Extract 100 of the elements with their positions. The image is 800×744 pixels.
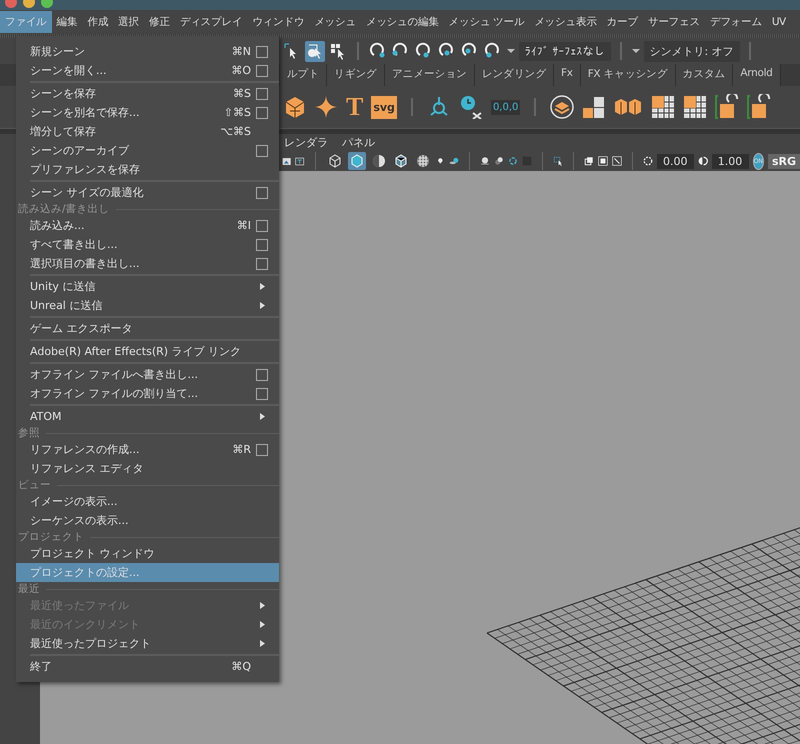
menu-item[interactable]: シーンを別名で保存... ⇧⌘S [16, 103, 279, 122]
option-box[interactable] [256, 88, 268, 100]
shelf-tab[interactable]: ルプト [280, 64, 328, 86]
menu-item[interactable]: オフライン ファイルへ書き出し... [16, 365, 279, 384]
menu-item[interactable]: 終了 ⌘Q [16, 657, 279, 676]
option-box[interactable] [256, 186, 268, 198]
menu-item-label: ゲーム エクスポータ [30, 321, 134, 336]
dropdown-caret-icon[interactable] [506, 46, 516, 56]
menu-item[interactable]: シーンのアーカイブ [16, 141, 279, 160]
live-surface-field[interactable]: ﾗｲﾌﾞ ｻｰﾌｪｽなし [519, 42, 610, 60]
option-box[interactable] [256, 46, 268, 58]
paint-select-icon [329, 42, 347, 60]
menu-item-label: シーンを別名で保存... [30, 105, 140, 120]
panel-menu-item[interactable]: パネル [342, 135, 375, 150]
menu-item-label: シーンのアーカイブ [30, 143, 130, 158]
menu-item[interactable]: ゲーム エクスポータ [16, 319, 279, 338]
shortcut-label: ⌘I [236, 219, 251, 232]
menu-bar-item[interactable]: ウィンドウ [247, 11, 310, 33]
view-transform-field[interactable]: sRG [768, 154, 800, 168]
option-box[interactable] [256, 258, 268, 270]
menu-item[interactable]: ATOM [16, 407, 279, 426]
dropdown-caret-icon[interactable] [630, 46, 640, 56]
menu-item-label: プリファレンスを保存 [30, 162, 141, 177]
menu-item-label: 読み込み... [30, 218, 86, 233]
sparkle-icon[interactable] [314, 95, 338, 119]
tiles-icon[interactable] [582, 96, 606, 118]
menu-item[interactable]: イメージの表示... [16, 492, 279, 511]
shelf-tab[interactable]: FX キャッシング [580, 64, 676, 86]
menu-item[interactable]: Unreal に送信 [16, 296, 279, 315]
menu-item[interactable]: シーンを保存 ⌘S [16, 84, 279, 103]
menu-bar-item[interactable]: メッシュ ツール [444, 11, 530, 33]
menu-item[interactable]: 選択項目の書き出し... [16, 254, 279, 273]
menu-item[interactable]: 読み込み... ⌘I [16, 216, 279, 235]
symmetry-field[interactable]: シンメトリ: オフ [644, 40, 740, 62]
coordinates-button[interactable]: 0,0,0 [490, 100, 520, 114]
menu-item[interactable]: 増分して保存 ⌥⌘S [16, 122, 279, 141]
menu-bar-item[interactable]: メッシュ [309, 11, 361, 33]
grid-icon[interactable] [683, 95, 708, 119]
menu-bar-item[interactable]: 選択 [113, 11, 144, 33]
menu-item-label: Unreal に送信 [30, 298, 104, 313]
bracket-rotate-icon[interactable] [747, 94, 772, 120]
clock-icon[interactable] [458, 95, 483, 119]
section-label: 参照 [18, 426, 40, 440]
shelf-tab[interactable]: リギング [327, 64, 385, 86]
svg-tool-button[interactable]: svg [371, 96, 397, 118]
shelf-tab[interactable]: レンダリング [474, 64, 554, 86]
text-tool-button[interactable]: T [346, 94, 364, 120]
half-sphere-icon [370, 153, 387, 169]
option-box[interactable] [256, 388, 268, 400]
option-box[interactable] [256, 106, 268, 118]
menu-bar-item[interactable]: メッシュの編集 [360, 11, 444, 33]
menu-item[interactable]: すべて書き出し... [16, 235, 279, 254]
menu-item-label: オフライン ファイルの割り当て... [30, 386, 199, 401]
menu-item[interactable]: 新規シーン ⌘N [16, 42, 279, 61]
bracket-rotate-icon[interactable] [715, 94, 740, 120]
exposure-field[interactable]: 0.00 [656, 154, 694, 168]
menu-item[interactable]: プロジェクト ウィンドウ [16, 544, 279, 563]
gamma-field[interactable]: 1.00 [712, 154, 749, 168]
menu-item[interactable]: シーンを開く... ⌘O [16, 61, 279, 80]
grid-icon[interactable] [651, 95, 676, 119]
shelf-tab[interactable]: カスタム [676, 64, 734, 86]
menu-item[interactable]: シーケンスの表示... [16, 511, 279, 530]
option-box[interactable] [256, 64, 268, 76]
menu-item[interactable]: リファレンスの作成... ⌘R [16, 440, 279, 459]
polyhedron-icon[interactable] [284, 96, 306, 118]
option-box[interactable] [256, 444, 268, 456]
shortcut-label: ⌘N [232, 45, 251, 58]
menu-bar-item[interactable]: 編集 [52, 11, 82, 33]
menu-item[interactable]: リファレンス エディタ [16, 459, 279, 478]
menu-item[interactable]: シーン サイズの最適化 [16, 183, 279, 202]
option-box[interactable] [256, 220, 268, 232]
menu-item[interactable]: オフライン ファイルの割り当て... [16, 384, 279, 403]
menu-bar-item[interactable]: メッシュ表示 [529, 11, 602, 33]
menu-bar-item[interactable]: UV [766, 11, 791, 33]
shaded-cube-button[interactable] [348, 152, 366, 170]
zoom-window-button[interactable] [41, 0, 53, 10]
menu-item[interactable]: 最近使ったプロジェクト [16, 634, 279, 653]
menu-bar-item[interactable]: ディスプレイ [174, 11, 248, 33]
section-label: プロジェクト [18, 530, 84, 544]
layered-disc-icon[interactable] [550, 95, 574, 119]
menu-item[interactable]: プリファレンスを保存 [16, 160, 279, 179]
menu-bar-item[interactable]: 作成 [82, 11, 114, 33]
menu-bar-item[interactable]: サーフェス [642, 11, 705, 33]
menu-item[interactable]: Adobe(R) After Effects(R) ライブ リンク [16, 342, 279, 361]
minimize-window-button[interactable] [23, 0, 35, 10]
menu-bar-item[interactable]: 修正 [144, 11, 175, 33]
wireframe-cube-icon [326, 153, 343, 169]
option-box[interactable] [256, 368, 268, 380]
cubes-icon[interactable] [613, 96, 644, 118]
shelf-tab[interactable]: Fx [554, 64, 581, 86]
menu-bar-item[interactable]: カーブ [602, 11, 643, 33]
option-box[interactable] [256, 144, 268, 156]
option-box[interactable] [256, 238, 268, 250]
menu-item[interactable]: Unity に送信 [16, 277, 279, 296]
shortcut-label: ⌥⌘S [220, 125, 251, 138]
menu-bar-item[interactable]: デフォーム [704, 11, 767, 33]
shelf-tab[interactable]: Arnold [733, 64, 781, 86]
shelf-tab[interactable]: アニメーション [384, 64, 475, 86]
panel-menu-item[interactable]: レンダラ [284, 135, 328, 150]
lasso-select-icon-button[interactable] [305, 40, 325, 62]
